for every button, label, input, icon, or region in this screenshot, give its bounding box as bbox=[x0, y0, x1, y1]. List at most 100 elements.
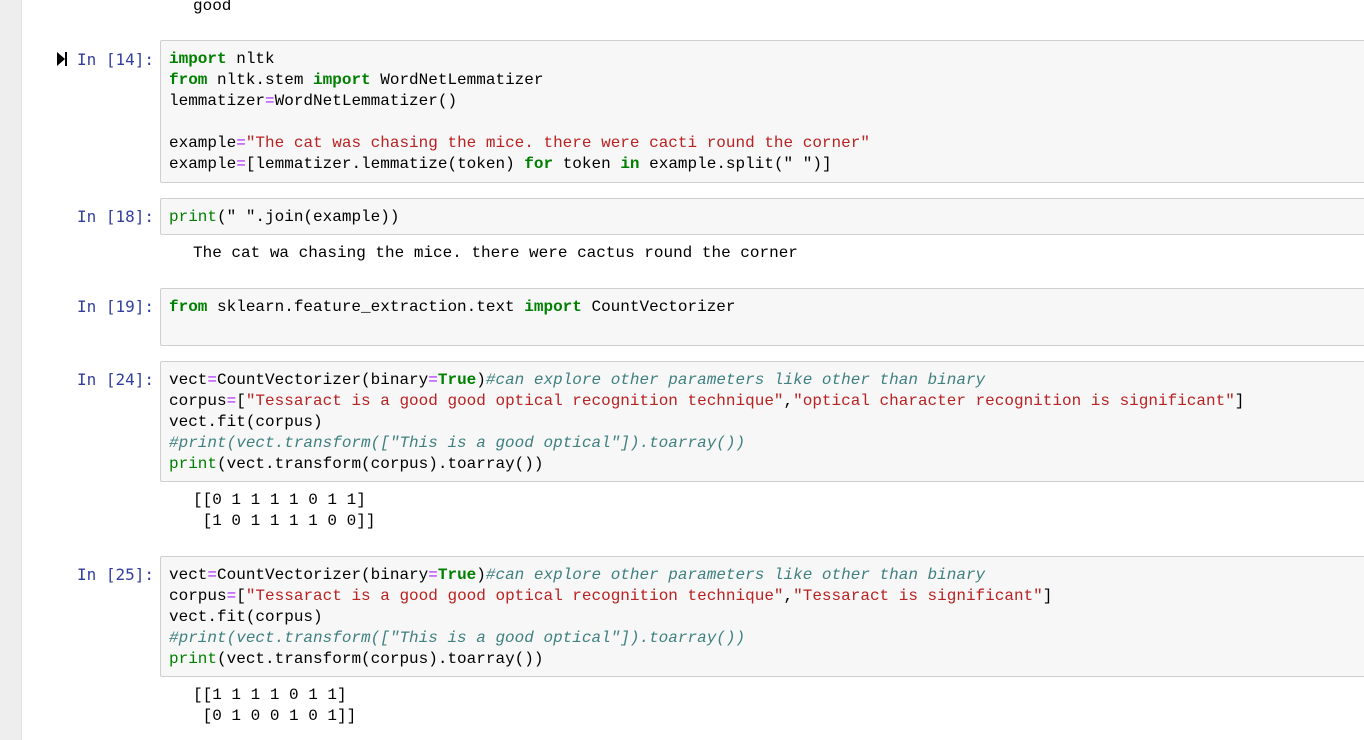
code-token: example bbox=[169, 134, 237, 152]
code-line: vect=CountVectorizer(binary=True)#can ex… bbox=[169, 370, 1244, 391]
code-token: from bbox=[169, 298, 208, 316]
code-line: #print(vect.transform(["This is a good o… bbox=[169, 628, 1052, 649]
cell-output: [[1 1 1 1 0 1 1] [0 1 0 0 1 0 1]] bbox=[193, 685, 356, 727]
cell-prompt: In [18]: bbox=[76, 207, 154, 226]
code-line: print(vect.transform(corpus).toarray()) bbox=[169, 649, 1052, 670]
code-line: #print(vect.transform(["This is a good o… bbox=[169, 433, 1244, 454]
code-token: True bbox=[437, 566, 477, 584]
cell-prompt: In [19]: bbox=[76, 297, 154, 316]
code-token: "Tessaract is significant" bbox=[793, 587, 1043, 605]
code-line: print(vect.transform(corpus).toarray()) bbox=[169, 454, 1244, 475]
left-gutter bbox=[0, 0, 22, 740]
code-input[interactable]: print(" ".join(example)) bbox=[160, 198, 1364, 235]
code-token: = bbox=[226, 587, 237, 605]
code-line: vect.fit(corpus) bbox=[169, 607, 1052, 628]
code-text: import nltk from nltk.stem import WordNet… bbox=[169, 49, 870, 175]
code-token: = bbox=[236, 134, 246, 152]
output-line: The cat wa chasing the mice. there were … bbox=[193, 244, 798, 262]
code-token: CountVectorizer(binary bbox=[217, 566, 429, 584]
code-line: vect.fit(corpus) bbox=[169, 412, 1244, 433]
code-text: vect=CountVectorizer(binary=True)#can ex… bbox=[169, 565, 1052, 670]
code-token: corpus bbox=[169, 587, 227, 605]
output-line: [1 0 1 1 1 1 0 0]] bbox=[193, 512, 376, 530]
code-line: example="The cat was chasing the mice. t… bbox=[169, 133, 870, 154]
code-input[interactable]: vect=CountVectorizer(binary=True)#can ex… bbox=[160, 556, 1364, 677]
code-input[interactable]: vect=CountVectorizer(binary=True)#can ex… bbox=[160, 361, 1364, 482]
code-token: CountVectorizer(binary bbox=[217, 371, 429, 389]
code-line: corpus=["Tessaract is a good good optica… bbox=[169, 391, 1244, 412]
code-token: import bbox=[524, 298, 582, 316]
code-token: print bbox=[169, 455, 218, 473]
code-token: example bbox=[169, 155, 237, 173]
code-token: print bbox=[169, 650, 218, 668]
code-token: nltk bbox=[226, 50, 275, 68]
code-token: corpus bbox=[169, 392, 227, 410]
code-token: [ bbox=[236, 392, 246, 410]
code-token: import bbox=[313, 71, 371, 89]
code-token: "Tessaract is a good good optical recogn… bbox=[245, 587, 784, 605]
code-token: True bbox=[437, 371, 477, 389]
code-token: ] bbox=[1234, 392, 1245, 410]
code-token: CountVectorizer bbox=[581, 298, 736, 316]
code-token: example.split(" ")] bbox=[639, 155, 832, 173]
code-token: , bbox=[783, 587, 794, 605]
cell-prompt: In [24]: bbox=[76, 370, 154, 389]
code-token: (" ".join(example)) bbox=[217, 208, 400, 226]
code-token: "optical character recognition is signif… bbox=[793, 392, 1235, 410]
code-token: [ bbox=[236, 587, 246, 605]
cell-output: [[0 1 1 1 1 0 1 1] [1 0 1 1 1 1 0 0]] bbox=[193, 490, 375, 532]
code-token: vect.fit(corpus) bbox=[169, 608, 323, 626]
cell-output: good bbox=[193, 0, 232, 15]
code-token: (vect.transform(corpus).toarray()) bbox=[217, 650, 544, 668]
code-text: vect=CountVectorizer(binary=True)#can ex… bbox=[169, 370, 1244, 475]
code-token: = bbox=[226, 392, 237, 410]
output-line: [0 1 0 0 1 0 1]] bbox=[193, 707, 357, 725]
code-token: [lemmatizer.lemmatize(token) bbox=[245, 155, 525, 173]
code-line: vect=CountVectorizer(binary=True)#can ex… bbox=[169, 565, 1052, 586]
code-token: #can explore other parameters like other… bbox=[485, 566, 986, 584]
code-token: from bbox=[169, 71, 208, 89]
code-token: WordNetLemmatizer bbox=[370, 71, 544, 89]
code-token: = bbox=[428, 566, 438, 584]
code-line: from sklearn.feature_extraction.text imp… bbox=[169, 297, 736, 318]
code-token: token bbox=[553, 155, 621, 173]
code-token: sklearn.feature_extraction.text bbox=[207, 298, 525, 316]
cell-output: The cat wa chasing the mice. there were … bbox=[193, 243, 798, 264]
code-token: for bbox=[524, 155, 554, 173]
code-token: = bbox=[428, 371, 438, 389]
code-token: #print(vect.transform(["This is a good o… bbox=[169, 629, 746, 647]
code-token: lemmatizer bbox=[169, 92, 266, 110]
cell-prompt: In [25]: bbox=[76, 565, 154, 584]
code-token: vect bbox=[169, 371, 208, 389]
code-line: from nltk.stem import WordNetLemmatizer bbox=[169, 70, 870, 91]
code-token: (vect.transform(corpus).toarray()) bbox=[217, 455, 544, 473]
code-token: vect.fit(corpus) bbox=[169, 413, 323, 431]
code-line: import nltk bbox=[169, 49, 870, 70]
code-token: print bbox=[169, 208, 218, 226]
code-token: "Tessaract is a good good optical recogn… bbox=[245, 392, 784, 410]
code-line: print(" ".join(example)) bbox=[169, 207, 399, 228]
code-token: = bbox=[207, 371, 218, 389]
code-token: = bbox=[265, 92, 275, 110]
cell-prompt: In [14]: bbox=[76, 50, 154, 69]
code-text: print(" ".join(example)) bbox=[169, 207, 399, 228]
output-line: [[1 1 1 1 0 1 1] bbox=[193, 686, 347, 704]
code-input[interactable]: import nltk from nltk.stem import WordNet… bbox=[160, 40, 1364, 183]
code-token: ] bbox=[1042, 587, 1053, 605]
code-line: example=[lemmatizer.lemmatize(token) for… bbox=[169, 154, 870, 175]
code-token: nltk.stem bbox=[207, 71, 314, 89]
code-line: lemmatizer=WordNetLemmatizer() bbox=[169, 91, 870, 112]
code-token: , bbox=[783, 392, 794, 410]
code-token: WordNetLemmatizer() bbox=[274, 92, 458, 110]
code-token: "The cat was chasing the mice. there wer… bbox=[245, 134, 870, 152]
code-token: #can explore other parameters like other… bbox=[485, 371, 986, 389]
code-token: #print(vect.transform(["This is a good o… bbox=[169, 434, 746, 452]
code-token: vect bbox=[169, 566, 208, 584]
code-token: = bbox=[207, 566, 218, 584]
notebook: good In [14]: import nltk from nltk.stem … bbox=[22, 0, 1364, 740]
code-token: in bbox=[620, 155, 640, 173]
code-input[interactable]: from sklearn.feature_extraction.text imp… bbox=[160, 288, 1364, 346]
code-token: ) bbox=[476, 566, 486, 584]
code-token: ) bbox=[476, 371, 486, 389]
